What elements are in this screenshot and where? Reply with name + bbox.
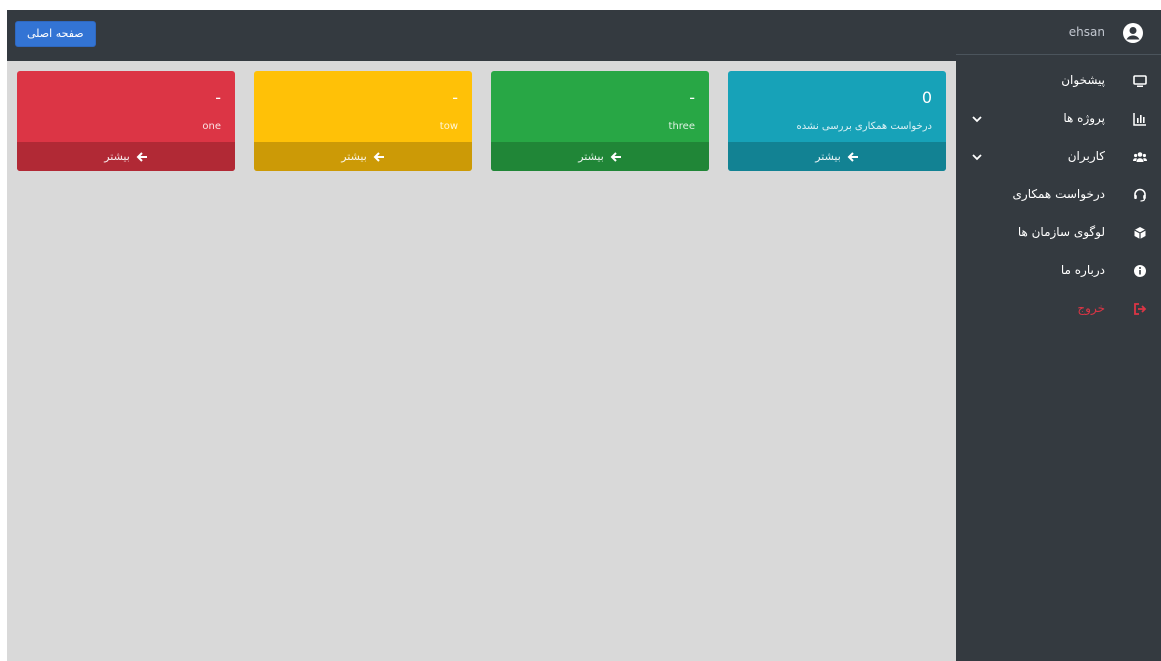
card-label: درخواست همکاری بررسی نشده	[796, 121, 932, 132]
stat-card-one: - one بیشتر	[17, 71, 235, 171]
sidebar-item-users[interactable]: کاربران	[956, 138, 1161, 176]
card-value: -	[215, 88, 221, 107]
chevron-down-icon	[972, 116, 982, 123]
cube-icon	[1134, 227, 1146, 239]
arrow-left-icon	[847, 151, 858, 162]
sidebar: ehsan پیشخوان پروژه ها کاربران درخواست ه…	[956, 10, 1161, 661]
user-panel[interactable]: ehsan	[956, 10, 1161, 55]
sidebar-item-logos[interactable]: لوگوی سازمان ها	[956, 214, 1161, 252]
stat-card-tow: - tow بیشتر	[254, 71, 472, 171]
sidebar-item-label: کاربران	[1067, 149, 1105, 163]
card-label: three	[668, 121, 695, 132]
card-more-link[interactable]: بیشتر	[728, 142, 946, 171]
info-icon	[1134, 265, 1146, 277]
card-value: -	[689, 88, 695, 107]
card-more-link[interactable]: بیشتر	[254, 142, 472, 171]
sidebar-item-label: پروژه ها	[1063, 111, 1105, 125]
card-value: 0	[921, 88, 932, 107]
card-more-link[interactable]: بیشتر	[17, 142, 235, 171]
user-circle-icon	[1123, 23, 1143, 43]
arrow-left-icon	[136, 151, 147, 162]
sidebar-item-dashboard[interactable]: پیشخوان	[956, 62, 1161, 100]
sidebar-item-projects[interactable]: پروژه ها	[956, 100, 1161, 138]
top-navbar: صفحه اصلی	[7, 10, 956, 61]
logout-icon	[1134, 303, 1147, 315]
card-more-link[interactable]: بیشتر	[491, 142, 709, 171]
sidebar-item-logout[interactable]: خروج	[956, 290, 1161, 328]
card-value: -	[452, 88, 458, 107]
sidebar-item-label: درباره ما	[1060, 263, 1105, 277]
card-more-label: بیشتر	[578, 150, 604, 163]
card-label: tow	[439, 121, 458, 132]
sidebar-item-label: پیشخوان	[1061, 73, 1105, 87]
sidebar-item-collaboration[interactable]: درخواست همکاری	[956, 176, 1161, 214]
card-more-label: بیشتر	[815, 150, 841, 163]
stat-card-requests: 0 درخواست همکاری بررسی نشده بیشتر	[728, 71, 946, 171]
card-label: one	[202, 121, 221, 132]
home-button[interactable]: صفحه اصلی	[15, 21, 96, 47]
chevron-down-icon	[972, 154, 982, 161]
chart-icon	[1133, 113, 1146, 126]
headset-icon	[1134, 188, 1146, 202]
card-more-label: بیشتر	[104, 150, 130, 163]
arrow-left-icon	[373, 151, 384, 162]
desktop-icon	[1133, 75, 1147, 87]
users-icon	[1133, 152, 1147, 162]
sidebar-item-label: درخواست همکاری	[1012, 187, 1105, 201]
sidebar-item-label: خروج	[1077, 301, 1105, 315]
app-frame: صفحه اصلی - one بیشتر - tow بیشتر - thre…	[7, 10, 1161, 661]
sidebar-item-label: لوگوی سازمان ها	[1017, 225, 1105, 239]
user-name: ehsan	[1068, 25, 1105, 39]
sidebar-item-about[interactable]: درباره ما	[956, 252, 1161, 290]
stat-card-three: - three بیشتر	[491, 71, 709, 171]
card-more-label: بیشتر	[341, 150, 367, 163]
arrow-left-icon	[610, 151, 621, 162]
